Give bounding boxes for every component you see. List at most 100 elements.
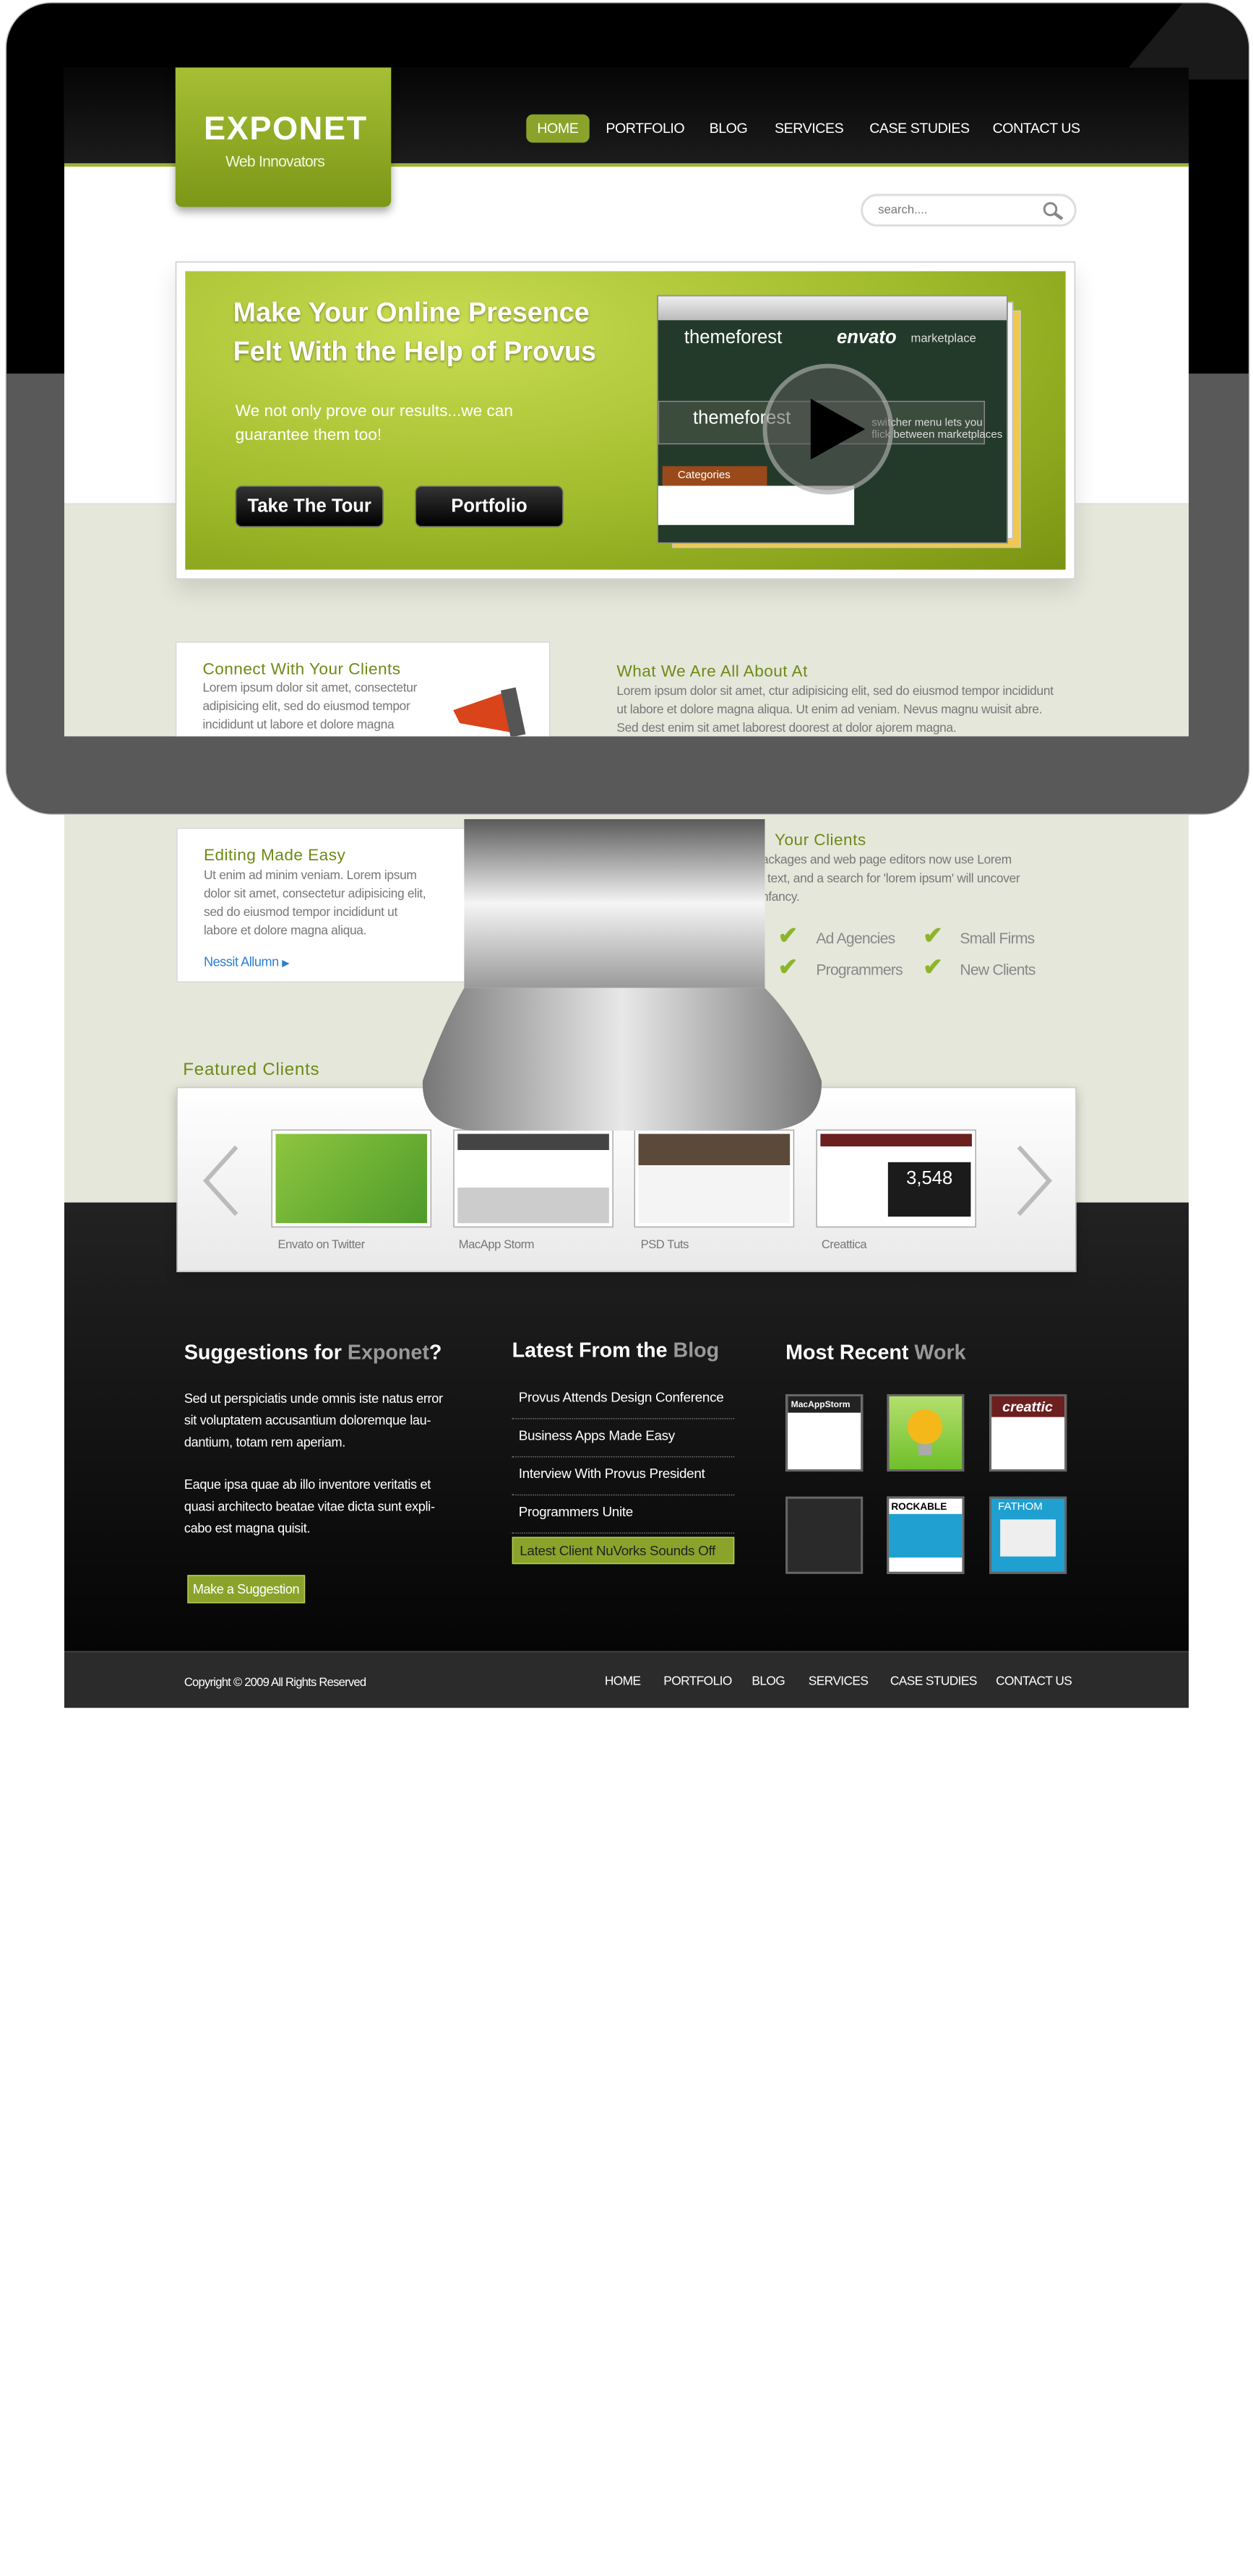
monitor-stand [422,818,822,1131]
editing-line3: sed do eiusmod tempor incididunt ut [203,906,397,920]
blog-list: Provus Attends Design Conference Busines… [512,1381,735,1577]
nav-contact-us[interactable]: CONTACT US [993,114,1081,142]
check-item-small-firms: Small Firms [960,929,1035,947]
connect-line2: adipisicing elit, sed do eiusmod tempor [202,700,410,714]
hero-card: Make Your Online Presence Felt With the … [175,261,1076,580]
about-line2: ut labore et dolore magna aliqua. Ut eni… [616,704,1043,717]
search-box[interactable] [861,194,1077,227]
blog-title: Latest From the Blog [512,1339,720,1363]
footer-nav-case-studies[interactable]: CASE STUDIES [890,1675,978,1688]
footer-nav-blog[interactable]: BLOG [752,1675,785,1688]
blog-item[interactable]: Programmers Unite [512,1495,735,1534]
work-thumb-macappstorm[interactable]: MacAppStorm [785,1393,864,1472]
megaphone-icon [453,687,526,737]
portfolio-button[interactable]: Portfolio [415,485,564,527]
featured-caption-creattica: Creattica [821,1238,867,1252]
editing-link-label: Nessit Allumn [203,954,279,969]
suggestions-title: Suggestions for Exponet? [184,1341,442,1365]
main-nav: HOME PORTFOLIO BLOG SERVICES CASE STUDIE… [64,114,1189,143]
search-input[interactable] [878,200,1031,220]
editing-line2: dolor sit amet, consectetur adipisicing … [203,887,426,901]
footer-nav-services[interactable]: SERVICES [809,1675,869,1688]
hero-text-line2: guarantee them too! [235,425,382,445]
make-suggestion-button[interactable]: Make a Suggestion [187,1575,305,1604]
editing-line1: Ut enim ad minim veniam. Lorem ipsum [203,869,417,883]
nav-portfolio[interactable]: PORTFOLIO [606,114,684,142]
suggestions-p2-line1: Eaque ipsa quae ab illo inventore verita… [184,1477,431,1492]
featured-clients-title: Featured Clients [183,1060,320,1080]
featured-caption-envato: Envato on Twitter [277,1238,365,1252]
check-icon: ✔ [923,953,943,981]
featured-caption-psdtuts: PSD Tuts [640,1238,689,1252]
featured-thumb-psdtuts[interactable] [634,1129,795,1228]
footer: Copyright © 2009 All Rights Reserved HOM… [64,1651,1189,1708]
suggestions-p1-line2: sit voluptatem accusantium doloremque la… [184,1412,431,1428]
work-thumb-rockable[interactable]: ROCKABLE [887,1496,965,1574]
blog-item[interactable]: Business Apps Made Easy [512,1419,735,1458]
editing-line4: labore et dolore magna aliqua. [203,925,367,938]
nav-case-studies[interactable]: CASE STUDIES [869,114,970,142]
suggestions-p1-line3: dantium, totam rem aperiam. [184,1434,345,1450]
hero-title-line1: Make Your Online Presence [233,297,590,328]
check-item-programmers: Programmers [816,960,903,979]
lightbulb-icon [907,1409,943,1456]
hero-text-line1: We not only prove our results...we can [235,402,513,421]
featured-thumb-creattica[interactable]: 3,548 [816,1129,976,1228]
footer-nav-home[interactable]: HOME [605,1675,641,1688]
video-brand-envato: envato [836,327,897,347]
suggestions-p2-line3: cabo est magna quisit. [184,1520,311,1536]
about-title: What We Are All About At [616,662,808,681]
video-thumbnail[interactable]: themeforest envato marketplace themefore… [657,295,1008,544]
work-thumb-fathom[interactable]: FATHOM [989,1496,1067,1574]
check-icon: ✔ [923,921,943,949]
chevron-right-icon[interactable] [1012,1143,1056,1219]
work-thumb-creattica[interactable]: creattic [989,1393,1067,1472]
suggestions-p1-line1: Sed ut perspiciatis unde omnis iste natu… [184,1391,443,1406]
arrow-right-icon: ▶ [282,957,290,969]
work-label-macappstorm: MacAppStorm [788,1396,861,1413]
connect-title: Connect With Your Clients [202,660,401,679]
work-thumb-lightbulb[interactable] [887,1393,965,1472]
editing-title: Editing Made Easy [203,846,346,865]
blog-item[interactable]: Provus Attends Design Conference [512,1381,735,1419]
featured-caption-macappstorm: MacApp Storm [458,1238,535,1252]
nav-home[interactable]: HOME [526,114,590,143]
hero-title-line2: Felt With the Help of Provus [233,336,596,368]
editing-link[interactable]: Nessit Allumn ▶ [203,954,290,969]
work-label-creattic: creattic [991,1396,1065,1417]
check-item-ad-agencies: Ad Agencies [816,929,895,947]
hero-banner: Make Your Online Presence Felt With the … [185,271,1066,570]
footer-nav-portfolio[interactable]: PORTFOLIO [663,1675,732,1688]
video-categories-tab: Categories [662,466,767,486]
work-title: Most Recent Work [785,1341,966,1365]
nav-blog[interactable]: BLOG [710,114,748,142]
featured-thumb-envato[interactable] [271,1129,432,1228]
connect-line3: incididunt ut labore et dolore magna [202,719,395,732]
video-brand-themeforest: themeforest [684,327,783,347]
connect-box: Connect With Your Clients Lorem ipsum do… [175,641,551,737]
about-line3: Sed dest enim sit amet laborest doorest … [616,722,957,735]
nav-services[interactable]: SERVICES [775,114,844,142]
search-icon[interactable] [1041,200,1065,222]
work-label-fathom: FATHOM [998,1500,1043,1513]
play-icon [810,398,866,460]
footer-nav-contact-us[interactable]: CONTACT US [996,1675,1072,1688]
work-label-rockable: ROCKABLE [889,1498,963,1514]
blog-item[interactable]: Interview With Provus President [512,1457,735,1496]
chevron-left-icon[interactable] [199,1143,243,1219]
take-the-tour-button[interactable]: Take The Tour [235,485,384,527]
footer-nav: HOME PORTFOLIO BLOG SERVICES CASE STUDIE… [64,1675,1189,1693]
browser-chrome [658,296,1007,321]
work-thumb-appstorm[interactable] [785,1496,864,1574]
featured-thumb-macappstorm[interactable] [453,1129,613,1228]
play-button[interactable] [762,363,894,495]
blog-item-active[interactable]: Latest Client NuVorks Sounds Off [512,1536,735,1565]
about-line1: Lorem ipsum dolor sit amet, ctur adipisi… [616,685,1054,699]
connect-line1: Lorem ipsum dolor sit amet, consectetur [202,681,418,695]
video-brand-suffix: marketplace [910,332,976,345]
check-item-new-clients: New Clients [960,960,1035,979]
creattica-count: 3,548 [887,1162,971,1217]
logo-tagline: Web Innovators [225,152,325,170]
monitor-screen: EXPONET Web Innovators HOME PORTFOLIO BL… [64,67,1189,737]
suggestions-p2-line2: quasi architecto beatae vitae dicta sunt… [184,1498,435,1514]
